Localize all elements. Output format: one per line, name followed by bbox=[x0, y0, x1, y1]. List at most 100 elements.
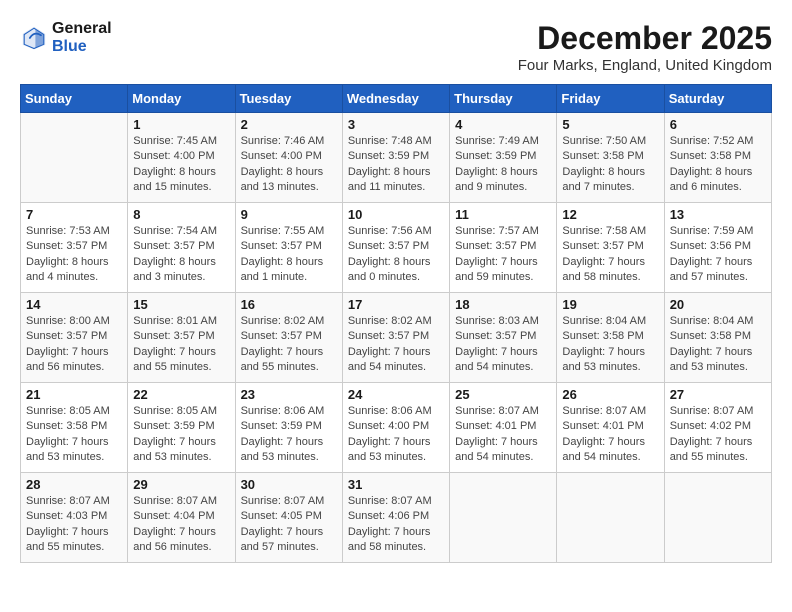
calendar-cell: 13 Sunrise: 7:59 AM Sunset: 3:56 PM Dayli… bbox=[664, 203, 771, 293]
calendar-cell: 16 Sunrise: 8:02 AM Sunset: 3:57 PM Dayli… bbox=[235, 293, 342, 383]
cell-content: Sunrise: 8:03 AM Sunset: 3:57 PM Dayligh… bbox=[455, 314, 551, 376]
cell-content: Sunrise: 8:07 AM Sunset: 4:03 PM Dayligh… bbox=[26, 494, 122, 556]
day-number: 6 bbox=[670, 117, 766, 132]
weekday-header: Thursday bbox=[450, 85, 557, 113]
cell-content: Sunrise: 7:49 AM Sunset: 3:59 PM Dayligh… bbox=[455, 134, 551, 196]
calendar-cell: 26 Sunrise: 8:07 AM Sunset: 4:01 PM Dayli… bbox=[557, 383, 664, 473]
month-title: December 2025 bbox=[518, 20, 772, 57]
day-number: 24 bbox=[348, 387, 444, 402]
calendar-table: SundayMondayTuesdayWednesdayThursdayFrid… bbox=[20, 84, 772, 563]
cell-content: Sunrise: 8:07 AM Sunset: 4:04 PM Dayligh… bbox=[133, 494, 229, 556]
day-number: 16 bbox=[241, 297, 337, 312]
cell-content: Sunrise: 8:06 AM Sunset: 3:59 PM Dayligh… bbox=[241, 404, 337, 466]
day-number: 1 bbox=[133, 117, 229, 132]
cell-content: Sunrise: 8:07 AM Sunset: 4:02 PM Dayligh… bbox=[670, 404, 766, 466]
calendar-cell: 14 Sunrise: 8:00 AM Sunset: 3:57 PM Dayli… bbox=[21, 293, 128, 383]
calendar-cell: 29 Sunrise: 8:07 AM Sunset: 4:04 PM Dayli… bbox=[128, 473, 235, 563]
day-number: 7 bbox=[26, 207, 122, 222]
calendar-cell: 7 Sunrise: 7:53 AM Sunset: 3:57 PM Daylig… bbox=[21, 203, 128, 293]
calendar-week-row: 21 Sunrise: 8:05 AM Sunset: 3:58 PM Dayli… bbox=[21, 383, 772, 473]
cell-content: Sunrise: 8:07 AM Sunset: 4:01 PM Dayligh… bbox=[562, 404, 658, 466]
calendar-cell: 5Sunrise: 7:50 AM Sunset: 3:58 PM Daylig… bbox=[557, 113, 664, 203]
day-number: 13 bbox=[670, 207, 766, 222]
day-number: 15 bbox=[133, 297, 229, 312]
cell-content: Sunrise: 7:53 AM Sunset: 3:57 PM Dayligh… bbox=[26, 224, 122, 286]
cell-content: Sunrise: 7:52 AM Sunset: 3:58 PM Dayligh… bbox=[670, 134, 766, 196]
weekday-header: Wednesday bbox=[342, 85, 449, 113]
day-number: 31 bbox=[348, 477, 444, 492]
cell-content: Sunrise: 7:54 AM Sunset: 3:57 PM Dayligh… bbox=[133, 224, 229, 286]
calendar-cell: 24 Sunrise: 8:06 AM Sunset: 4:00 PM Dayli… bbox=[342, 383, 449, 473]
weekday-header: Monday bbox=[128, 85, 235, 113]
calendar-cell: 22 Sunrise: 8:05 AM Sunset: 3:59 PM Dayli… bbox=[128, 383, 235, 473]
day-number: 22 bbox=[133, 387, 229, 402]
weekday-header-row: SundayMondayTuesdayWednesdayThursdayFrid… bbox=[21, 85, 772, 113]
cell-content: Sunrise: 8:00 AM Sunset: 3:57 PM Dayligh… bbox=[26, 314, 122, 376]
weekday-header: Friday bbox=[557, 85, 664, 113]
calendar-cell: 30Sunrise: 8:07 AM Sunset: 4:05 PM Dayli… bbox=[235, 473, 342, 563]
day-number: 2 bbox=[241, 117, 337, 132]
day-number: 30 bbox=[241, 477, 337, 492]
calendar-cell: 4Sunrise: 7:49 AM Sunset: 3:59 PM Daylig… bbox=[450, 113, 557, 203]
weekday-header: Sunday bbox=[21, 85, 128, 113]
calendar-cell: 10 Sunrise: 7:56 AM Sunset: 3:57 PM Dayli… bbox=[342, 203, 449, 293]
cell-content: Sunrise: 8:05 AM Sunset: 3:59 PM Dayligh… bbox=[133, 404, 229, 466]
calendar-cell: 28 Sunrise: 8:07 AM Sunset: 4:03 PM Dayli… bbox=[21, 473, 128, 563]
cell-content: Sunrise: 7:57 AM Sunset: 3:57 PM Dayligh… bbox=[455, 224, 551, 286]
cell-content: Sunrise: 7:45 AM Sunset: 4:00 PM Dayligh… bbox=[133, 134, 229, 196]
day-number: 26 bbox=[562, 387, 658, 402]
logo-icon bbox=[20, 24, 48, 52]
cell-content: Sunrise: 8:01 AM Sunset: 3:57 PM Dayligh… bbox=[133, 314, 229, 376]
cell-content: Sunrise: 8:06 AM Sunset: 4:00 PM Dayligh… bbox=[348, 404, 444, 466]
calendar-cell bbox=[664, 473, 771, 563]
calendar-week-row: 7 Sunrise: 7:53 AM Sunset: 3:57 PM Daylig… bbox=[21, 203, 772, 293]
calendar-cell: 20Sunrise: 8:04 AM Sunset: 3:58 PM Dayli… bbox=[664, 293, 771, 383]
calendar-week-row: 1 Sunrise: 7:45 AM Sunset: 4:00 PM Daylig… bbox=[21, 113, 772, 203]
day-number: 20 bbox=[670, 297, 766, 312]
cell-content: Sunrise: 8:07 AM Sunset: 4:01 PM Dayligh… bbox=[455, 404, 551, 466]
calendar-cell: 12 Sunrise: 7:58 AM Sunset: 3:57 PM Dayli… bbox=[557, 203, 664, 293]
day-number: 11 bbox=[455, 207, 551, 222]
calendar-cell: 1 Sunrise: 7:45 AM Sunset: 4:00 PM Daylig… bbox=[128, 113, 235, 203]
day-number: 3 bbox=[348, 117, 444, 132]
cell-content: Sunrise: 8:02 AM Sunset: 3:57 PM Dayligh… bbox=[348, 314, 444, 376]
day-number: 12 bbox=[562, 207, 658, 222]
calendar-cell bbox=[21, 113, 128, 203]
title-area: December 2025 Four Marks, England, Unite… bbox=[518, 20, 772, 74]
calendar-cell bbox=[557, 473, 664, 563]
cell-content: Sunrise: 7:46 AM Sunset: 4:00 PM Dayligh… bbox=[241, 134, 337, 196]
calendar-cell: 21 Sunrise: 8:05 AM Sunset: 3:58 PM Dayli… bbox=[21, 383, 128, 473]
calendar-cell: 9Sunrise: 7:55 AM Sunset: 3:57 PM Daylig… bbox=[235, 203, 342, 293]
day-number: 23 bbox=[241, 387, 337, 402]
cell-content: Sunrise: 8:04 AM Sunset: 3:58 PM Dayligh… bbox=[562, 314, 658, 376]
cell-content: Sunrise: 7:56 AM Sunset: 3:57 PM Dayligh… bbox=[348, 224, 444, 286]
weekday-header: Saturday bbox=[664, 85, 771, 113]
calendar-cell: 18Sunrise: 8:03 AM Sunset: 3:57 PM Dayli… bbox=[450, 293, 557, 383]
day-number: 19 bbox=[562, 297, 658, 312]
calendar-cell: 31 Sunrise: 8:07 AM Sunset: 4:06 PM Dayli… bbox=[342, 473, 449, 563]
logo-text: General Blue bbox=[52, 20, 112, 56]
cell-content: Sunrise: 8:07 AM Sunset: 4:06 PM Dayligh… bbox=[348, 494, 444, 556]
calendar-cell: 19 Sunrise: 8:04 AM Sunset: 3:58 PM Dayli… bbox=[557, 293, 664, 383]
calendar-cell: 8 Sunrise: 7:54 AM Sunset: 3:57 PM Daylig… bbox=[128, 203, 235, 293]
calendar-cell: 3 Sunrise: 7:48 AM Sunset: 3:59 PM Daylig… bbox=[342, 113, 449, 203]
calendar-cell bbox=[450, 473, 557, 563]
calendar-cell: 25Sunrise: 8:07 AM Sunset: 4:01 PM Dayli… bbox=[450, 383, 557, 473]
day-number: 9 bbox=[241, 207, 337, 222]
day-number: 29 bbox=[133, 477, 229, 492]
day-number: 27 bbox=[670, 387, 766, 402]
day-number: 8 bbox=[133, 207, 229, 222]
cell-content: Sunrise: 7:48 AM Sunset: 3:59 PM Dayligh… bbox=[348, 134, 444, 196]
cell-content: Sunrise: 7:50 AM Sunset: 3:58 PM Dayligh… bbox=[562, 134, 658, 196]
calendar-week-row: 28 Sunrise: 8:07 AM Sunset: 4:03 PM Dayli… bbox=[21, 473, 772, 563]
day-number: 14 bbox=[26, 297, 122, 312]
calendar-cell: 23 Sunrise: 8:06 AM Sunset: 3:59 PM Dayli… bbox=[235, 383, 342, 473]
cell-content: Sunrise: 8:05 AM Sunset: 3:58 PM Dayligh… bbox=[26, 404, 122, 466]
cell-content: Sunrise: 8:02 AM Sunset: 3:57 PM Dayligh… bbox=[241, 314, 337, 376]
cell-content: Sunrise: 7:58 AM Sunset: 3:57 PM Dayligh… bbox=[562, 224, 658, 286]
day-number: 28 bbox=[26, 477, 122, 492]
day-number: 10 bbox=[348, 207, 444, 222]
day-number: 21 bbox=[26, 387, 122, 402]
weekday-header: Tuesday bbox=[235, 85, 342, 113]
cell-content: Sunrise: 7:59 AM Sunset: 3:56 PM Dayligh… bbox=[670, 224, 766, 286]
